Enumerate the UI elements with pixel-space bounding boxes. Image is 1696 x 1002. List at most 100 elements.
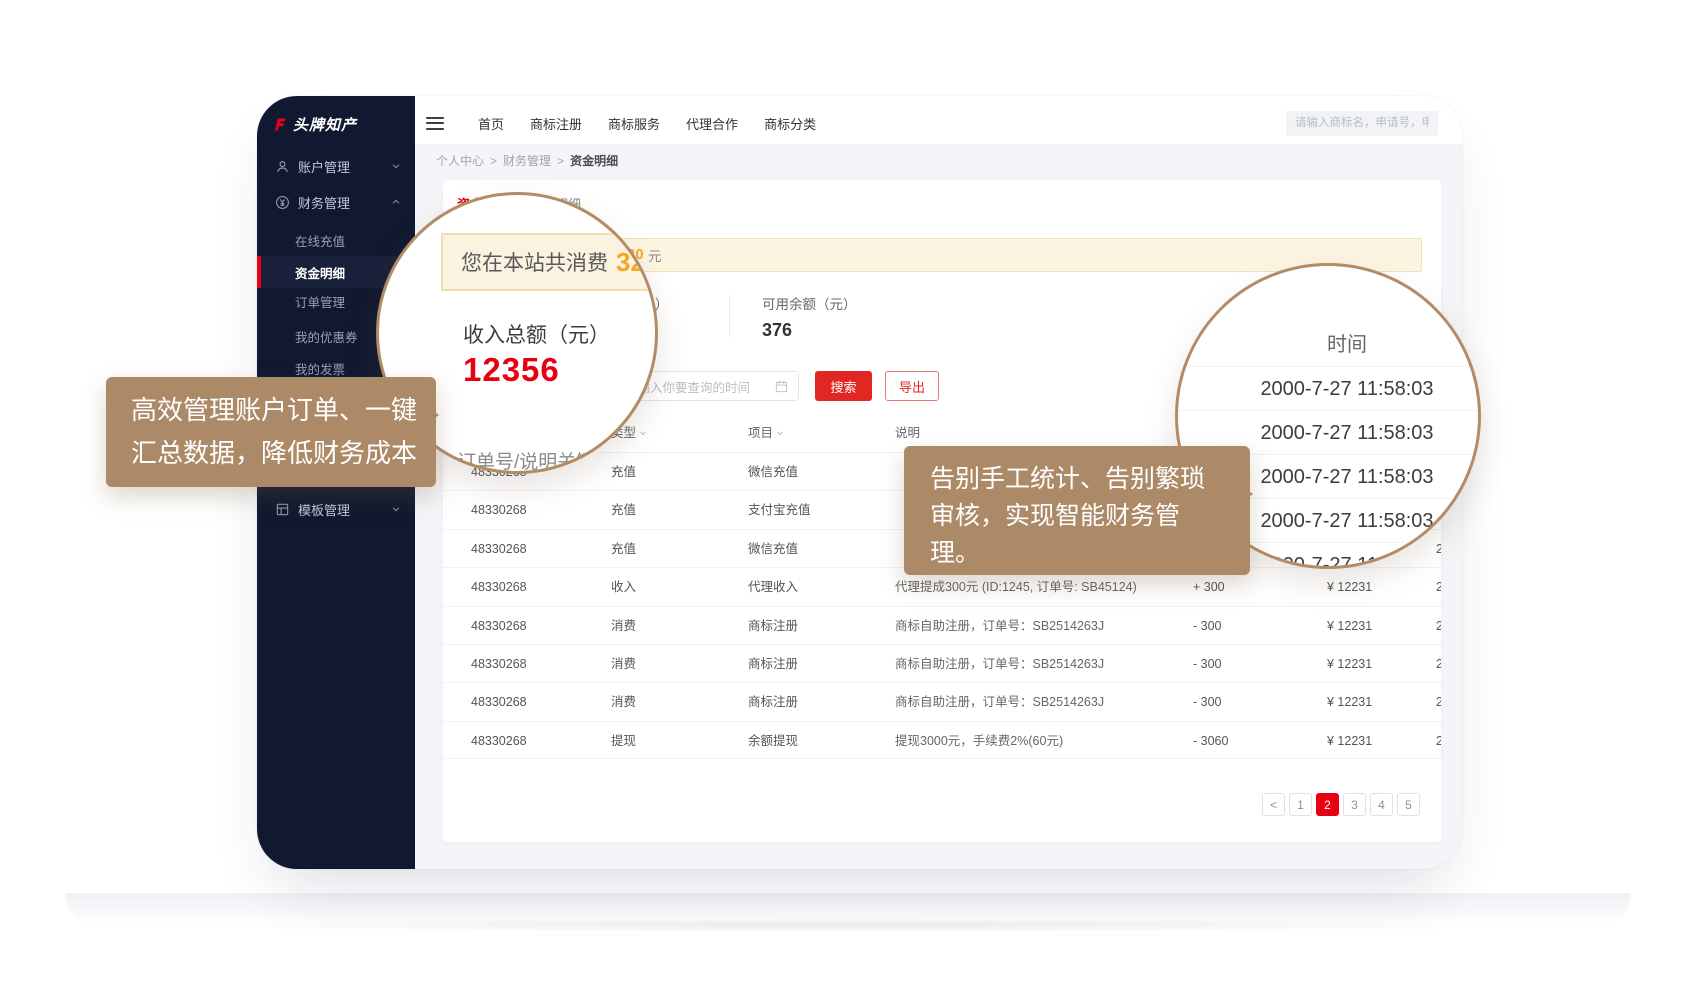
sort-caret-icon xyxy=(639,429,647,437)
breadcrumb-current: 资金明细 xyxy=(570,152,618,169)
breadcrumb-separator: > xyxy=(557,154,564,168)
finance-icon xyxy=(275,195,290,210)
breadcrumb-item[interactable]: 个人中心 xyxy=(436,152,484,169)
cell-type: 充值 xyxy=(611,491,636,529)
col-project-sort[interactable]: 项目 xyxy=(748,414,784,452)
cell-type: 提现 xyxy=(611,722,636,760)
chevron-up-icon xyxy=(391,197,401,207)
cell-desc: 商标自助注册，订单号：SB2514263J xyxy=(895,645,1104,683)
cell-project: 微信充值 xyxy=(748,453,798,491)
cell-time: 2 xyxy=(1436,683,1441,721)
table-row: 48330268 消费 商标注册 商标自助注册，订单号：SB2514263J -… xyxy=(443,606,1441,644)
cell-time: 2 xyxy=(1436,645,1441,683)
cell-project: 商标注册 xyxy=(748,683,798,721)
laptop-base xyxy=(65,893,1631,924)
trademark-search-input[interactable] xyxy=(1286,111,1438,136)
cell-desc: 提现3000元，手续费2%(60元) xyxy=(895,722,1063,760)
cell-type: 消费 xyxy=(611,645,636,683)
cell-project: 余额提现 xyxy=(748,722,798,760)
chevron-down-icon xyxy=(391,161,401,171)
cell-balance: ¥ 12231 xyxy=(1327,722,1372,760)
top-nav-tabs: 首页 商标注册 商标服务 代理合作 商标分类 xyxy=(478,114,816,133)
callout-finance-efficiency: 高效管理账户订单、一键 汇总数据，降低财务成本 xyxy=(106,377,436,487)
nav-tab-trademark-register[interactable]: 商标注册 xyxy=(530,114,582,133)
magnified-stat-label: 收入总额（元） xyxy=(463,319,610,349)
cell-order-no: 48330268 xyxy=(471,568,527,606)
cell-desc: 商标自助注册，订单号：SB2514263J xyxy=(895,683,1104,721)
stat-divider xyxy=(729,295,730,337)
sidebar-item-finance[interactable]: 财务管理 xyxy=(257,187,415,217)
table-row: 48330268 提现 余额提现 提现3000元，手续费2%(60元) - 30… xyxy=(443,721,1441,759)
breadcrumb-separator: > xyxy=(490,154,497,168)
cell-balance: ¥ 12231 xyxy=(1327,607,1372,645)
cell-order-no: 48330268 xyxy=(471,491,527,529)
brand-flag-icon xyxy=(272,117,287,132)
cell-balance: ¥ 12231 xyxy=(1327,568,1372,606)
breadcrumb-item[interactable]: 财务管理 xyxy=(503,152,551,169)
sidebar-item-label: 账户管理 xyxy=(298,157,350,176)
cell-order-no: 48330268 xyxy=(471,645,527,683)
top-navbar: 首页 商标注册 商标服务 代理合作 商标分类 xyxy=(415,96,1462,145)
table-row: 48330268 消费 商标注册 商标自助注册，订单号：SB2514263J -… xyxy=(443,682,1441,720)
callout-smart-finance: 告别手工统计、告别繁琐 审核，实现智能财务管 理。 xyxy=(904,446,1250,575)
sidebar-item-template[interactable]: 模板管理 xyxy=(257,494,415,524)
cell-balance: ¥ 12231 xyxy=(1327,645,1372,683)
breadcrumb: 个人中心 > 财务管理 > 资金明细 xyxy=(415,145,1462,176)
search-button[interactable]: 搜索 xyxy=(815,371,872,401)
magnified-banner-prefix: 您在本站共消费 xyxy=(461,247,608,277)
pagination-page-1[interactable]: 1 xyxy=(1289,793,1312,816)
table-row: 48330268 消费 商标注册 商标自助注册，订单号：SB2514263J -… xyxy=(443,644,1441,682)
pagination-page-5[interactable]: 5 xyxy=(1397,793,1420,816)
cell-order-no: 48330268 xyxy=(471,530,527,568)
magnified-time-row: 2000-7-27 11:58:03 xyxy=(1178,366,1478,410)
nav-tab-trademark-service[interactable]: 商标服务 xyxy=(608,114,660,133)
sidebar-item-account[interactable]: 账户管理 xyxy=(257,151,415,181)
cell-order-no: 48330268 xyxy=(471,683,527,721)
cell-time: 2 xyxy=(1436,568,1441,606)
cell-amount: - 300 xyxy=(1193,645,1222,683)
pagination-page-3[interactable]: 3 xyxy=(1343,793,1366,816)
cell-order-no: 48330268 xyxy=(471,607,527,645)
magnified-time-column-header: 时间 xyxy=(1178,328,1478,357)
cell-desc: 商标自助注册，订单号：SB2514263J xyxy=(895,607,1104,645)
pagination-page-4[interactable]: 4 xyxy=(1370,793,1393,816)
nav-tab-home[interactable]: 首页 xyxy=(478,114,504,133)
cell-project: 商标注册 xyxy=(748,607,798,645)
pagination-prev[interactable]: < xyxy=(1262,793,1285,816)
user-icon xyxy=(275,159,290,174)
hamburger-icon[interactable] xyxy=(426,117,444,130)
sidebar-item-online-recharge[interactable]: 在线充值 xyxy=(257,225,415,255)
sidebar-sub-label: 订单管理 xyxy=(295,292,345,311)
calendar-icon xyxy=(775,380,788,393)
chevron-down-icon xyxy=(391,504,401,514)
brand-logo[interactable]: 头牌知产 xyxy=(272,114,357,135)
cell-amount: - 300 xyxy=(1193,683,1222,721)
cell-amount: - 300 xyxy=(1193,607,1222,645)
stat-label: 可用余额（元） xyxy=(762,293,857,313)
cell-project: 商标注册 xyxy=(748,645,798,683)
export-button[interactable]: 导出 xyxy=(885,371,939,401)
sort-caret-icon xyxy=(776,429,784,437)
nav-tab-trademark-category[interactable]: 商标分类 xyxy=(764,114,816,133)
cell-project: 微信充值 xyxy=(748,530,798,568)
pagination-page-2-active[interactable]: 2 xyxy=(1316,793,1339,816)
cell-type: 收入 xyxy=(611,568,636,606)
magnified-banner-amount: 32124 xyxy=(616,247,658,278)
magnified-table-header-fragment: 订单号/说明关键 xyxy=(457,447,595,474)
cell-type: 充值 xyxy=(611,453,636,491)
sidebar-sub-label: 在线充值 xyxy=(295,231,345,250)
stat-available-balance: 可用余额（元） 376 xyxy=(762,293,857,341)
cell-time: 2 xyxy=(1436,722,1441,760)
cell-balance: ¥ 12231 xyxy=(1327,683,1372,721)
cell-order-no: 48330268 xyxy=(471,722,527,760)
cell-type: 充值 xyxy=(611,530,636,568)
cell-type: 消费 xyxy=(611,683,636,721)
cell-project: 代理收入 xyxy=(748,568,798,606)
marketing-screenshot: 头牌知产 账户管理 财务管理 在线充值 资金明细 xyxy=(0,0,1696,1002)
cell-type: 消费 xyxy=(611,607,636,645)
nav-tab-agent-cooperation[interactable]: 代理合作 xyxy=(686,114,738,133)
col-project-label: 项目 xyxy=(748,426,773,440)
cell-time: 2 xyxy=(1436,607,1441,645)
sidebar-sub-label: 我的优惠券 xyxy=(295,327,358,346)
cell-amount: - 3060 xyxy=(1193,722,1228,760)
